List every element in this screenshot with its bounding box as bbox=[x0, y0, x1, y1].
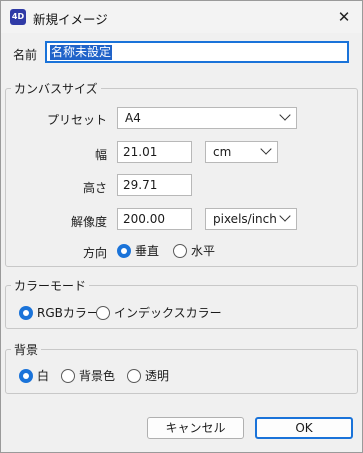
radio-selected-icon bbox=[117, 243, 131, 258]
resolution-input[interactable]: 200.00 bbox=[117, 208, 192, 230]
radio-unselected-icon bbox=[127, 368, 141, 383]
orientation-horizontal-label: 水平 bbox=[191, 244, 216, 258]
background-group bbox=[5, 349, 358, 394]
background-transparent-label: 透明 bbox=[145, 369, 170, 383]
resolution-unit-select[interactable]: pixels/inch bbox=[205, 208, 297, 230]
background-color-label: 背景色 bbox=[79, 369, 116, 383]
preset-label: プリセット bbox=[46, 113, 107, 127]
close-icon[interactable]: ✕ bbox=[332, 5, 356, 29]
background-color-radio[interactable]: 背景色 bbox=[61, 367, 115, 384]
name-label: 名前 bbox=[13, 48, 38, 62]
new-image-dialog: 4D 新規イメージ ✕ 名前 名称未設定 カンバスサイズ プリセット A4 幅 … bbox=[0, 0, 363, 453]
background-white-label: 白 bbox=[37, 369, 50, 383]
orientation-label: 方向 bbox=[82, 246, 107, 260]
chevron-down-icon bbox=[279, 210, 291, 222]
title-bar: 4D 新規イメージ ✕ bbox=[1, 1, 362, 33]
resolution-label: 解像度 bbox=[70, 215, 107, 229]
radio-unselected-icon bbox=[96, 305, 110, 320]
width-unit-select[interactable]: cm bbox=[205, 141, 278, 163]
radio-unselected-icon bbox=[61, 368, 75, 383]
cancel-button[interactable]: キャンセル bbox=[147, 417, 244, 439]
background-transparent-radio[interactable]: 透明 bbox=[127, 367, 169, 384]
chevron-down-icon bbox=[279, 109, 291, 121]
preset-select[interactable]: A4 bbox=[117, 107, 297, 129]
chevron-down-icon bbox=[260, 143, 272, 155]
indexed-color-label: インデックスカラー bbox=[114, 306, 222, 320]
indexed-color-radio[interactable]: インデックスカラー bbox=[96, 304, 222, 321]
canvas-size-legend: カンバスサイズ bbox=[11, 80, 101, 97]
resolution-unit-value: pixels/inch bbox=[213, 212, 277, 226]
radio-unselected-icon bbox=[173, 243, 187, 258]
name-input-value: 名称未設定 bbox=[50, 45, 113, 60]
preset-select-value: A4 bbox=[125, 111, 141, 125]
orientation-horizontal-radio[interactable]: 水平 bbox=[173, 242, 215, 259]
color-mode-legend: カラーモード bbox=[11, 277, 90, 294]
orientation-vertical-radio[interactable]: 垂直 bbox=[117, 242, 159, 259]
orientation-vertical-label: 垂直 bbox=[135, 244, 160, 258]
background-white-radio[interactable]: 白 bbox=[19, 367, 49, 384]
radio-selected-icon bbox=[19, 305, 33, 320]
rgb-color-label: RGBカラー bbox=[37, 306, 99, 320]
height-label: 高さ bbox=[82, 181, 107, 195]
dialog-title: 新規イメージ bbox=[33, 12, 108, 27]
width-unit-value: cm bbox=[213, 145, 232, 159]
height-input[interactable]: 29.71 bbox=[117, 174, 192, 196]
radio-selected-icon bbox=[19, 368, 33, 383]
name-input[interactable]: 名称未設定 bbox=[45, 41, 349, 63]
ok-button[interactable]: OK bbox=[255, 417, 353, 439]
width-label: 幅 bbox=[94, 148, 107, 162]
background-legend: 背景 bbox=[11, 341, 42, 358]
width-input[interactable]: 21.01 bbox=[117, 141, 192, 163]
app-icon: 4D bbox=[10, 9, 26, 25]
rgb-color-radio[interactable]: RGBカラー bbox=[19, 304, 99, 321]
